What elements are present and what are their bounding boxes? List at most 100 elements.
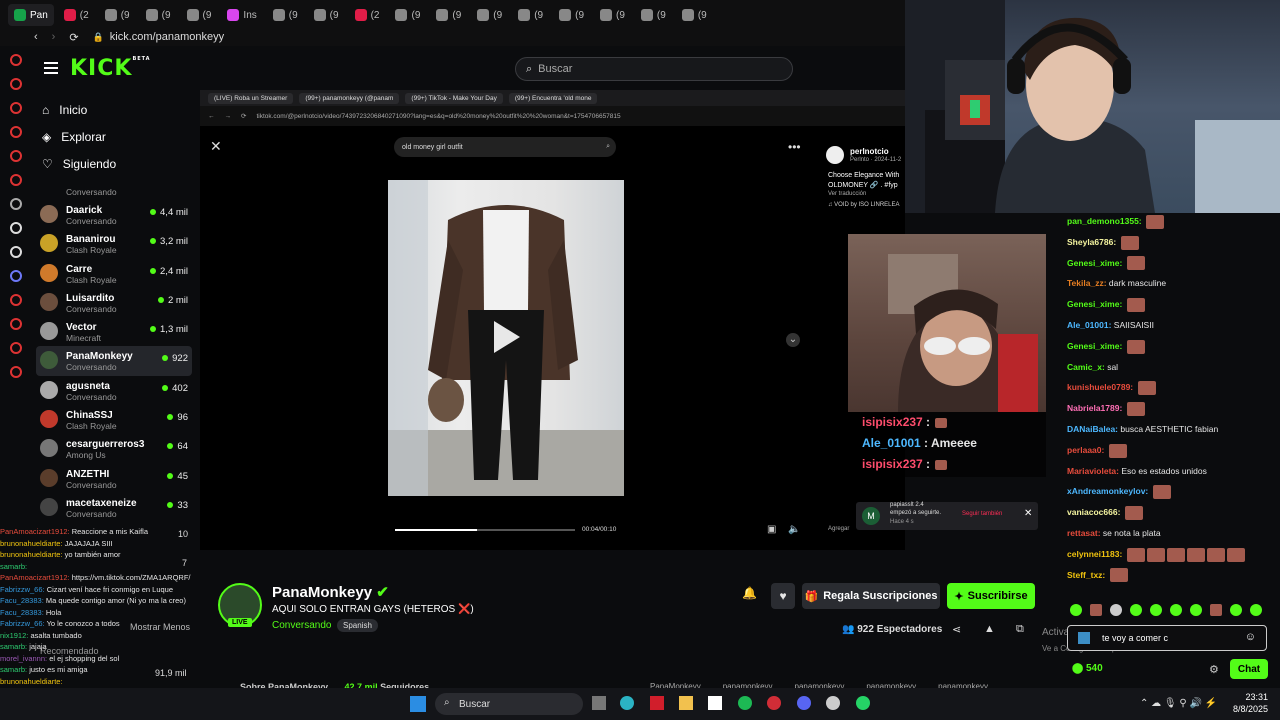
browser-tab[interactable]: (9 [140, 4, 177, 26]
chat-input[interactable]: te voy a comer c ☺ [1067, 625, 1267, 651]
settings-icon[interactable]: ⚙ [1209, 663, 1219, 676]
send-chat-button[interactable]: Chat [1230, 659, 1268, 679]
channel-item[interactable]: PanaMonkeyy Conversando 922 [36, 346, 192, 376]
chat-message[interactable]: Genesi_xime: [1062, 294, 1280, 315]
streamer-name[interactable]: PanaMonkeyy ✔ [272, 583, 389, 601]
chat-message[interactable]: Nabriela1789: [1062, 398, 1280, 419]
chat-username[interactable]: Steff_txz: [1067, 570, 1105, 580]
chat-username[interactable]: celynnei1183: [1067, 549, 1122, 559]
address-bar[interactable]: ‹ › ⟳ 🔒 kick.com/panamonkeyy [0, 28, 905, 46]
channel-item[interactable]: cesarguerreros3 Among Us 64 [36, 434, 192, 463]
chat-message[interactable]: Tekila_zz: dark masculine [1062, 273, 1280, 294]
chat-username[interactable]: DANaiBalea: [1067, 424, 1118, 434]
back-icon[interactable]: ‹ [34, 31, 38, 43]
emote-icon[interactable] [1170, 604, 1182, 616]
system-tray-icons[interactable]: ⌃ ☁ 🎙 ⚲ 🔊 ⚡ [1140, 698, 1217, 709]
chat-username[interactable]: Mariavioleta: [1067, 466, 1119, 476]
browser-tab[interactable]: (9 [512, 4, 549, 26]
chat-message[interactable]: Steff_txz: [1062, 565, 1280, 586]
taskbar-search[interactable]: ⌕ Buscar [435, 693, 583, 715]
channel-item[interactable]: Luisardito Conversando 2 mil [36, 288, 192, 317]
browser-tab[interactable]: Ins [221, 4, 262, 26]
channel-item[interactable]: Vector Minecraft 1,3 mil [36, 317, 192, 346]
clip-icon[interactable]: ⧉ [1016, 623, 1024, 636]
emote-icon[interactable] [1210, 604, 1222, 616]
chat-username[interactable]: Genesi_xime: [1067, 341, 1122, 351]
chat-username[interactable]: Genesi_xime: [1067, 299, 1122, 309]
chat-username[interactable]: Nabriela1789: [1067, 403, 1122, 413]
browser-tab[interactable]: (9 [594, 4, 631, 26]
browser-tab[interactable]: (9 [267, 4, 304, 26]
browser-tab[interactable]: (2 [58, 4, 95, 26]
record-icon[interactable] [10, 198, 22, 210]
stream-category[interactable]: Conversando [272, 620, 331, 631]
record-icon[interactable] [10, 126, 22, 138]
record-icon[interactable] [10, 318, 22, 330]
chat-message[interactable]: Mariavioleta: Eso es estados unidos [1062, 461, 1280, 482]
chat-message[interactable]: celynnei1183: [1062, 544, 1280, 565]
chat-username[interactable]: perlaaa0: [1067, 445, 1104, 455]
language-tag[interactable]: Spanish [337, 619, 378, 632]
follow-heart-button[interactable]: ♥ [771, 583, 795, 609]
emote-icon[interactable] [1150, 604, 1162, 616]
channel-item[interactable]: macetaxeneize Conversando 33 [36, 493, 192, 522]
chat-message[interactable]: vaniacoc666: [1062, 502, 1280, 523]
chat-username[interactable]: Ale_01001: [1067, 320, 1111, 330]
record-icon[interactable] [10, 294, 22, 306]
kick-logo[interactable]: KICKBETA [70, 56, 151, 81]
channel-item[interactable]: ANZETHI Conversando 45 [36, 464, 192, 493]
browser-tab[interactable]: (9 [635, 4, 672, 26]
clock-time[interactable]: 23:31 [1232, 692, 1268, 702]
browser-tab[interactable]: (9 [471, 4, 508, 26]
chat-username[interactable]: Tekila_zz: [1067, 278, 1107, 288]
browser-tab[interactable]: Pan [8, 4, 54, 26]
chat-username[interactable]: Sheyla6786: [1067, 237, 1116, 247]
browser-tab[interactable]: (9 [389, 4, 426, 26]
chat-message[interactable]: Camic_x: sal [1062, 357, 1280, 378]
spotify-icon[interactable] [738, 696, 752, 710]
emote-icon[interactable] [1230, 604, 1242, 616]
whatsapp-icon[interactable] [856, 696, 870, 710]
copilot-icon[interactable] [620, 696, 634, 710]
chat-username[interactable]: kunishuele0789: [1067, 382, 1133, 392]
nav-following[interactable]: ♡ Siguiendo [42, 157, 116, 171]
chat-message[interactable]: xAndreamonkeylov: [1062, 481, 1280, 502]
chat-username[interactable]: xAndreamonkeylov: [1067, 486, 1148, 496]
hamburger-menu-icon[interactable] [44, 62, 58, 74]
url-text[interactable]: kick.com/panamonkeyy [110, 31, 224, 43]
report-icon[interactable]: ▲ [984, 623, 995, 635]
browser-tab[interactable]: (9 [308, 4, 345, 26]
nav-explore[interactable]: ◈ Explorar [42, 130, 106, 144]
x-icon[interactable] [10, 246, 22, 258]
browser-tab[interactable]: (9 [99, 4, 136, 26]
chat-message[interactable]: kunishuele0789: [1062, 377, 1280, 398]
emote-icon[interactable] [1130, 604, 1142, 616]
discord-icon[interactable] [797, 696, 811, 710]
nav-home[interactable]: ⌂ Inicio [42, 103, 87, 117]
channel-item[interactable]: ChinaSSJ Clash Royale 96 [36, 405, 192, 434]
task-view-icon[interactable] [592, 696, 606, 710]
chat-message[interactable]: Genesi_xime: [1062, 336, 1280, 357]
channel-points[interactable]: ⬤ 540 [1072, 663, 1103, 674]
channel-item[interactable]: Bananirou Clash Royale 3,2 mil [36, 229, 192, 258]
channel-item[interactable]: Carre Clash Royale 2,4 mil [36, 259, 192, 288]
chat-message[interactable]: Ale_01001: SAIISAISII [1062, 315, 1280, 336]
discord-icon[interactable] [10, 270, 22, 282]
gift-subs-button[interactable]: 🎁 Regala Suscripciones [802, 583, 940, 609]
chat-username[interactable]: vaniacoc666: [1067, 507, 1120, 517]
chat-message[interactable]: rettasat: se nota la plata [1062, 523, 1280, 544]
winrar-icon[interactable] [650, 696, 664, 710]
subscribe-button[interactable]: ✦ Suscribirse [947, 583, 1035, 609]
record-icon[interactable] [10, 102, 22, 114]
record-icon[interactable] [10, 150, 22, 162]
chat-username[interactable]: rettasat: [1067, 528, 1101, 538]
windows-start-icon[interactable] [410, 696, 426, 712]
opera-icon[interactable] [767, 696, 781, 710]
record-icon[interactable] [10, 78, 22, 90]
record-icon[interactable] [10, 174, 22, 186]
chat-message[interactable]: DANaiBalea: busca AESTHETIC fabian [1062, 419, 1280, 440]
clock-date[interactable]: 8/8/2025 [1218, 704, 1268, 714]
file-explorer-icon[interactable] [679, 696, 693, 710]
record-icon[interactable] [10, 54, 22, 66]
bell-icon[interactable]: 🔔 [742, 586, 760, 606]
